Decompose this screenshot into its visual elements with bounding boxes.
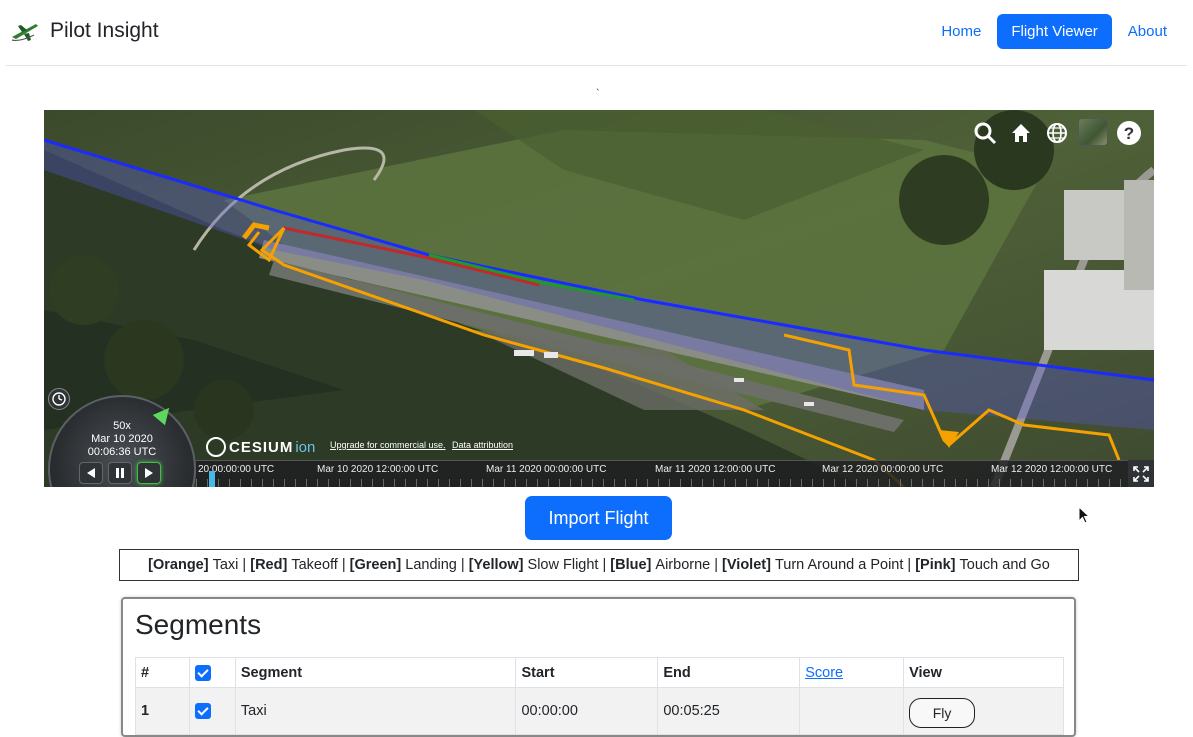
legend-tag: [Yellow] <box>468 557 524 573</box>
header-select-all <box>188 657 236 688</box>
legend-tag: [Violet] <box>722 557 771 573</box>
row-num: 1 <box>135 687 190 735</box>
animation-speed: 50x <box>113 420 131 432</box>
cesium-logo-word: CESIUM <box>229 438 294 456</box>
header-end: End <box>657 657 801 688</box>
play-forward-button[interactable] <box>137 462 161 484</box>
legend-tag: [Red] <box>250 557 288 573</box>
timeline[interactable]: 20:00:00:00 UTC Mar 10 2020 12:00:00 UTC… <box>196 460 1128 487</box>
home-icon[interactable] <box>1006 118 1036 148</box>
fly-button[interactable]: Fly <box>909 698 976 728</box>
upgrade-link[interactable]: Upgrade for commercial use. <box>330 440 446 450</box>
header-start: Start <box>515 657 659 688</box>
brand-name: Pilot Insight <box>50 19 159 42</box>
viewer-toolbar: ? <box>970 118 1144 148</box>
search-icon[interactable] <box>970 118 1000 148</box>
legend-tag: [Green] <box>349 557 402 573</box>
stray-mark: ` <box>596 88 600 100</box>
pause-button[interactable] <box>108 462 132 484</box>
data-attribution-link[interactable]: Data attribution <box>452 440 513 450</box>
segments-card: Segments # Segment Start End Score View … <box>121 597 1076 737</box>
animation-controls <box>79 462 161 484</box>
row-end: 00:05:25 <box>657 687 801 735</box>
import-flight-button[interactable]: Import Flight <box>525 496 672 540</box>
legend-label: Takeoff <box>291 557 338 573</box>
legend-tag: [Orange] <box>148 557 209 573</box>
segments-table: # Segment Start End Score View 1 Taxi 00… <box>135 657 1064 735</box>
legend-tag: [Blue] <box>610 557 652 573</box>
legend-tag: [Pink] <box>915 557 956 573</box>
row-score <box>799 687 905 735</box>
row-checkbox[interactable] <box>194 703 211 720</box>
nav-links: Home Flight Viewer About <box>925 14 1181 49</box>
satellite-map[interactable] <box>44 110 1154 487</box>
legend-label: Taxi <box>212 557 239 573</box>
timeline-label: Mar 10 2020 12:00:00 UTC <box>317 464 439 475</box>
legend-label: Airborne <box>655 557 711 573</box>
cesium-ion-logo[interactable]: CESIUM ion <box>206 437 315 457</box>
svg-text:?: ? <box>1124 124 1134 143</box>
row-segment: Taxi <box>234 687 517 735</box>
cesium-viewer[interactable]: ? 50x Mar 10 2020 00:06:36 UTC CESIUM io… <box>44 110 1154 487</box>
header-score: Score <box>799 657 905 688</box>
table-header-row: # Segment Start End Score View <box>135 657 1064 688</box>
airplane-logo-icon <box>11 24 38 42</box>
header-view: View <box>903 657 1064 688</box>
timeline-label: Mar 11 2020 00:00:00 UTC <box>486 464 607 475</box>
imagery-layer-icon[interactable] <box>1078 118 1108 146</box>
row-view: Fly <box>903 687 1064 735</box>
help-icon[interactable]: ? <box>1114 118 1144 148</box>
brand[interactable]: Pilot Insight <box>10 18 159 44</box>
segments-title: Segments <box>135 609 262 640</box>
row-start: 00:00:00 <box>515 687 659 735</box>
legend-label: Turn Around a Point <box>774 557 904 573</box>
play-reverse-button[interactable] <box>79 462 103 484</box>
row-select <box>188 687 236 735</box>
timeline-needle[interactable] <box>209 471 215 487</box>
timeline-label: Mar 12 2020 00:00:00 UTC <box>822 464 944 475</box>
nav-flight-viewer[interactable]: Flight Viewer <box>997 14 1112 49</box>
timeline-ticks <box>196 479 1128 487</box>
nav-about[interactable]: About <box>1114 14 1181 49</box>
segment-legend: [Orange] Taxi | [Red] Takeoff | [Green] … <box>119 549 1079 581</box>
navbar: Pilot Insight Home Flight Viewer About <box>0 0 1193 66</box>
clock-icon[interactable] <box>48 388 70 410</box>
globe-icon[interactable] <box>1042 118 1072 148</box>
nav-home[interactable]: Home <box>927 14 995 49</box>
mouse-cursor-icon <box>1078 506 1090 524</box>
cesium-logo-icon <box>206 437 226 457</box>
header-segment: Segment <box>234 657 517 688</box>
animation-date: Mar 10 2020 <box>91 433 153 445</box>
table-row: 1 Taxi 00:00:00 00:05:25 Fly <box>135 687 1064 735</box>
animation-time: 00:06:36 UTC <box>87 446 157 458</box>
navbar-divider <box>6 65 1187 66</box>
legend-label: Slow Flight <box>527 557 599 573</box>
timeline-label: Mar 11 2020 12:00:00 UTC <box>655 464 776 475</box>
fullscreen-icon[interactable] <box>1128 460 1154 487</box>
select-all-checkbox[interactable] <box>194 664 211 681</box>
score-sort-link[interactable]: Score <box>805 665 843 681</box>
header-num: # <box>135 657 190 688</box>
legend-label: Landing <box>405 557 457 573</box>
cesium-logo-ion: ion <box>295 438 316 456</box>
timeline-label: Mar 12 2020 12:00:00 UTC <box>991 464 1113 475</box>
legend-label: Touch and Go <box>959 557 1050 573</box>
